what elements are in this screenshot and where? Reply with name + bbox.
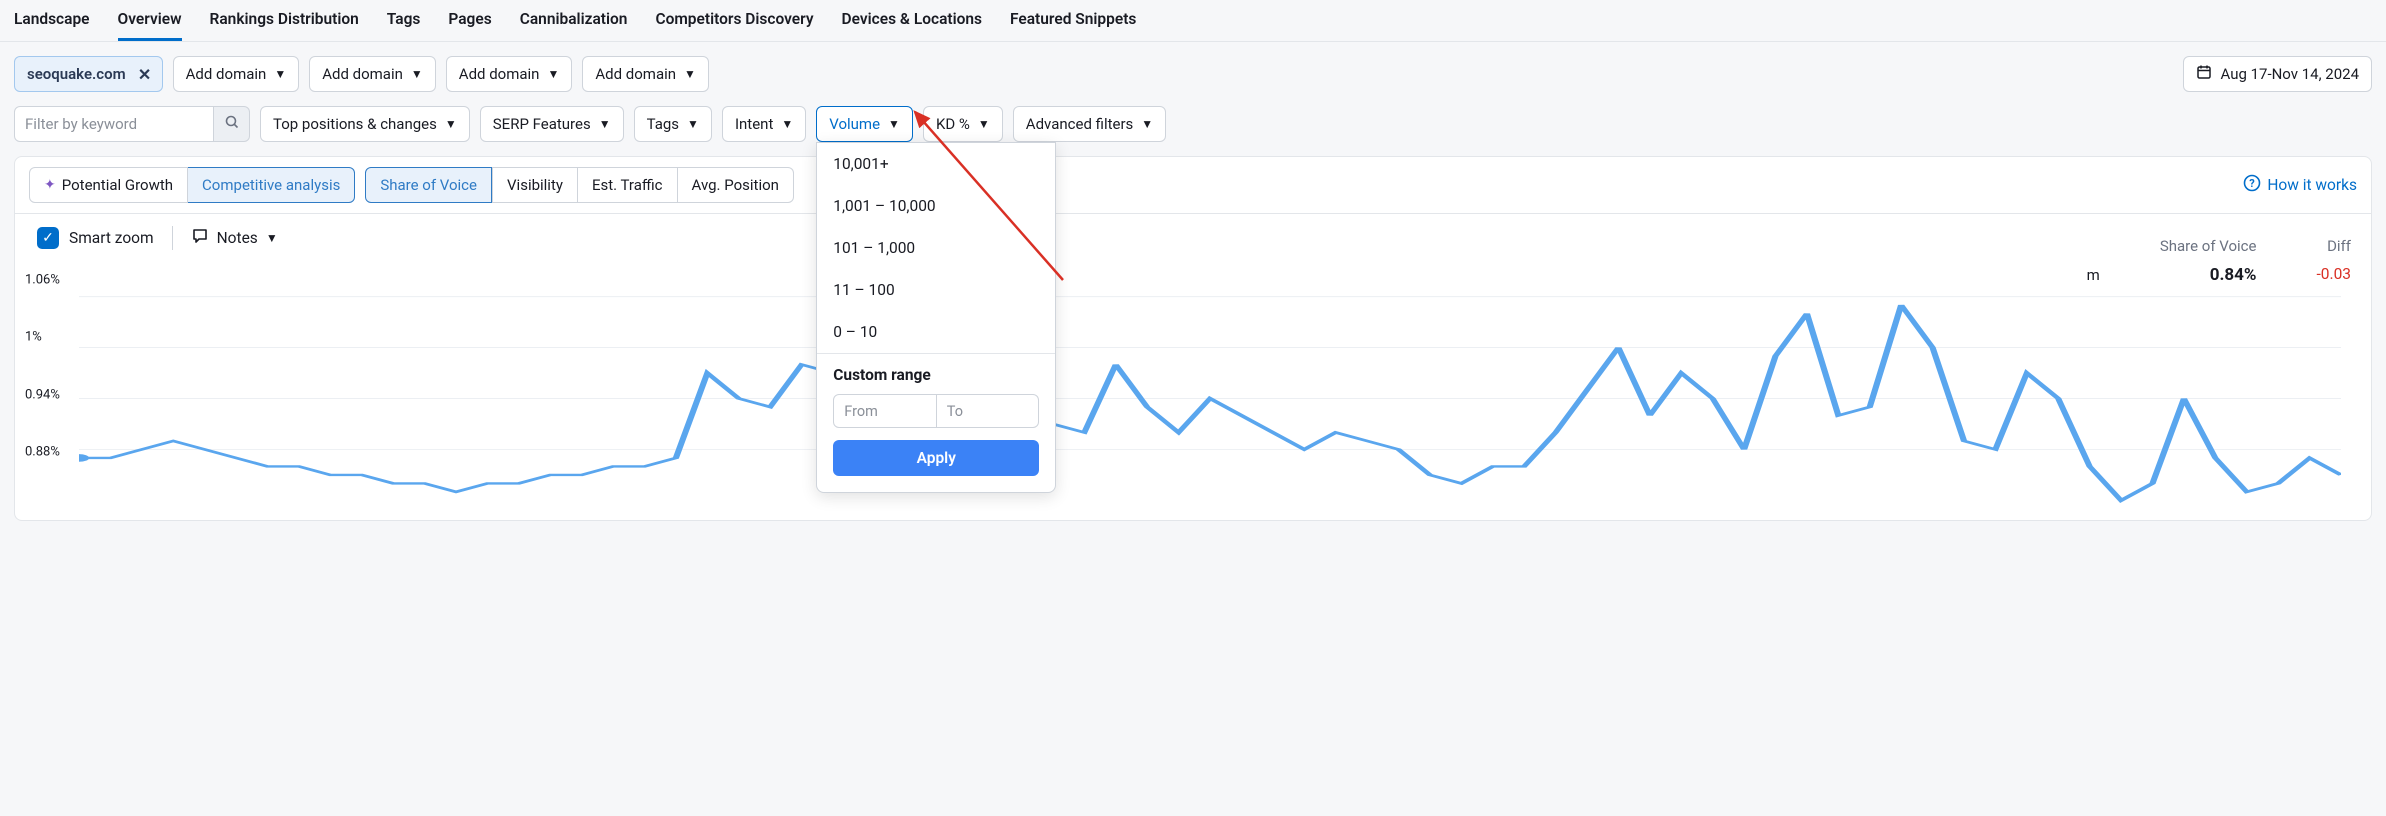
volume-option[interactable]: 101 – 1,000	[817, 227, 1055, 269]
sub-tab-est-traffic[interactable]: Est. Traffic	[578, 167, 678, 203]
nav-tab-featured-snippets[interactable]: Featured Snippets	[1010, 0, 1136, 41]
y-axis-tick: 1.06%	[25, 272, 60, 287]
add-domain-button[interactable]: Add domain ▼	[446, 56, 573, 92]
smart-zoom-label: Smart zoom	[69, 229, 154, 247]
chart-area: 1.06% 1% 0.94% 0.88%	[15, 250, 2371, 520]
nav-tab-overview[interactable]: Overview	[118, 0, 182, 41]
keyword-filter-input[interactable]	[14, 106, 214, 142]
sub-tabs-row: ✦ Potential Growth Competitive analysis Sh…	[15, 157, 2371, 214]
custom-range-title: Custom range	[833, 366, 1039, 384]
volume-option[interactable]: 10,001+	[817, 143, 1055, 185]
range-from-input[interactable]	[833, 394, 937, 428]
add-domain-button[interactable]: Add domain ▼	[173, 56, 300, 92]
smart-zoom-toggle[interactable]: ✓ Smart zoom	[37, 227, 154, 249]
chevron-down-icon: ▼	[1141, 117, 1153, 131]
date-range-text: Aug 17-Nov 14, 2024	[2220, 65, 2359, 83]
nav-tab-cannibalization[interactable]: Cannibalization	[520, 0, 628, 41]
search-button[interactable]	[214, 106, 250, 142]
add-domain-label: Add domain	[186, 65, 267, 83]
filter-label: Intent	[735, 115, 773, 133]
sparkle-icon: ✦	[44, 177, 56, 193]
advanced-filters[interactable]: Advanced filters ▼	[1013, 106, 1166, 142]
chevron-down-icon: ▼	[445, 117, 457, 131]
secondary-sub-tabs: Share of VoiceVisibilityEst. TrafficAvg.…	[365, 167, 794, 203]
y-axis-tick: 0.88%	[25, 444, 60, 459]
close-icon[interactable]: ✕	[134, 63, 156, 85]
sub-tab-label: Competitive analysis	[202, 176, 340, 194]
filter-label: Top positions & changes	[273, 115, 437, 133]
search-icon	[224, 114, 240, 134]
domain-row: seoquake.com ✕ Add domain ▼ Add domain ▼ A…	[0, 42, 2386, 106]
filter-label: Advanced filters	[1026, 115, 1133, 133]
chevron-down-icon: ▼	[266, 231, 278, 245]
notes-icon	[191, 227, 209, 249]
sub-tab-avg-position[interactable]: Avg. Position	[678, 167, 794, 203]
how-it-works-label: How it works	[2267, 176, 2357, 194]
primary-sub-tabs: ✦ Potential Growth Competitive analysis	[29, 167, 355, 203]
add-domain-label: Add domain	[595, 65, 676, 83]
filter-label: KD %	[936, 115, 970, 133]
notes-label: Notes	[217, 229, 258, 247]
sub-tab-visibility[interactable]: Visibility	[492, 167, 578, 203]
chevron-down-icon: ▼	[599, 117, 611, 131]
svg-text:?: ?	[2250, 177, 2256, 190]
how-it-works-link[interactable]: ? How it works	[2243, 174, 2357, 196]
notes-button[interactable]: Notes ▼	[191, 227, 278, 249]
chevron-down-icon: ▼	[687, 117, 699, 131]
volume-option[interactable]: 0 – 10	[817, 311, 1055, 353]
filter-label: Volume	[829, 115, 880, 133]
custom-range-section: Custom range Apply	[817, 354, 1055, 492]
chevron-down-icon: ▼	[978, 117, 990, 131]
domain-chip-text: seoquake.com	[27, 65, 126, 83]
help-icon: ?	[2243, 174, 2261, 196]
add-domain-label: Add domain	[459, 65, 540, 83]
filter-label: Tags	[647, 115, 679, 133]
nav-tab-competitors-discovery[interactable]: Competitors Discovery	[655, 0, 813, 41]
checkbox-checked-icon: ✓	[37, 227, 59, 249]
chevron-down-icon: ▼	[274, 67, 286, 81]
serp-features-filter[interactable]: SERP Features ▼	[480, 106, 624, 142]
volume-option[interactable]: 11 – 100	[817, 269, 1055, 311]
sub-tab-competitive-analysis[interactable]: Competitive analysis	[188, 167, 355, 203]
keyword-filter-group	[14, 106, 250, 142]
nav-tabs: Landscape Overview Rankings Distribution Ta…	[0, 0, 2386, 42]
date-range-button[interactable]: Aug 17-Nov 14, 2024	[2183, 56, 2372, 92]
nav-tab-landscape[interactable]: Landscape	[14, 0, 90, 41]
tags-filter[interactable]: Tags ▼	[634, 106, 712, 142]
line-chart	[79, 270, 2341, 510]
sub-tab-potential-growth[interactable]: ✦ Potential Growth	[29, 167, 188, 203]
nav-tab-rankings-distribution[interactable]: Rankings Distribution	[210, 0, 359, 41]
main-panel: ✦ Potential Growth Competitive analysis Sh…	[14, 156, 2372, 521]
filter-row: Top positions & changes▼ SERP Features▼ …	[0, 106, 2386, 156]
volume-filter[interactable]: Volume ▼	[816, 106, 913, 142]
divider	[172, 226, 173, 250]
y-axis-tick: 1%	[25, 330, 42, 345]
volume-dropdown: 10,001+1,001 – 10,000101 – 1,00011 – 100…	[816, 142, 1056, 493]
top-positions-filter[interactable]: Top positions & changes ▼	[260, 106, 470, 142]
sub-tab-label: Potential Growth	[62, 176, 173, 194]
kd-filter[interactable]: KD % ▼	[923, 106, 1003, 142]
chevron-down-icon: ▼	[781, 117, 793, 131]
nav-tab-tags[interactable]: Tags	[387, 0, 421, 41]
nav-tab-devices-locations[interactable]: Devices & Locations	[842, 0, 982, 41]
add-domain-button[interactable]: Add domain ▼	[309, 56, 436, 92]
chevron-down-icon: ▼	[888, 117, 900, 131]
y-axis-tick: 0.94%	[25, 387, 60, 402]
chevron-down-icon: ▼	[411, 67, 423, 81]
chevron-down-icon: ▼	[547, 67, 559, 81]
chevron-down-icon: ▼	[684, 67, 696, 81]
add-domain-button[interactable]: Add domain ▼	[582, 56, 709, 92]
range-to-input[interactable]	[937, 394, 1040, 428]
nav-tab-pages[interactable]: Pages	[448, 0, 491, 41]
sub-tab-share-of-voice[interactable]: Share of Voice	[365, 167, 492, 203]
filter-label: SERP Features	[493, 115, 591, 133]
add-domain-label: Add domain	[322, 65, 403, 83]
intent-filter[interactable]: Intent ▼	[722, 106, 806, 142]
chart-controls: ✓ Smart zoom Notes ▼	[15, 214, 2371, 250]
apply-button[interactable]: Apply	[833, 440, 1039, 476]
volume-option[interactable]: 1,001 – 10,000	[817, 185, 1055, 227]
calendar-icon	[2196, 64, 2212, 84]
domain-chip[interactable]: seoquake.com ✕	[14, 56, 163, 92]
